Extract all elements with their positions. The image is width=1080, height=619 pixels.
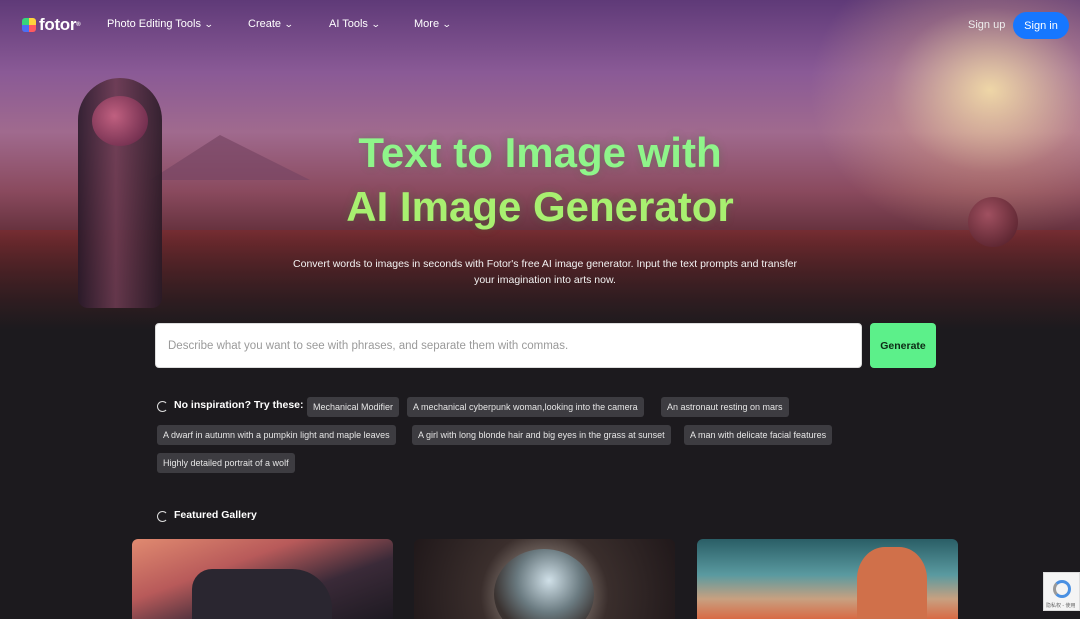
chevron-down-icon: ⌄ (370, 18, 381, 29)
title-line-1: Text to Image with (358, 129, 722, 176)
title-line-2: AI Image Generator (346, 183, 734, 230)
gallery-card-astronaut[interactable] (414, 539, 675, 619)
inspiration-chip[interactable]: A girl with long blonde hair and big eye… (412, 425, 671, 445)
gallery-image (857, 547, 927, 619)
logo-registered-mark: ® (76, 22, 81, 28)
inspiration-chip[interactable]: Mechanical Modifier (307, 397, 400, 417)
chevron-down-icon: ⌄ (441, 18, 452, 29)
nav-create[interactable]: Create ⌄ (248, 18, 294, 30)
gallery-image (192, 569, 332, 619)
chevron-down-icon: ⌄ (203, 18, 214, 29)
chevron-down-icon: ⌄ (283, 18, 294, 29)
featured-gallery-label: Featured Gallery (157, 509, 257, 522)
inspiration-chip[interactable]: An astronaut resting on mars (661, 397, 789, 417)
nav-item-label: Create (248, 18, 282, 30)
generate-button[interactable]: Generate (870, 323, 936, 368)
fotor-logo-icon (22, 18, 36, 32)
sign-up-link[interactable]: Sign up (968, 19, 1005, 31)
fotor-logo[interactable]: fotor ® (22, 15, 81, 35)
inspiration-chip[interactable]: Highly detailed portrait of a wolf (157, 453, 295, 473)
gallery-card-cyberpunk[interactable] (132, 539, 393, 619)
gallery-card-landscape[interactable] (697, 539, 958, 619)
recaptcha-text: 隐私权 - 使用 (1046, 603, 1076, 609)
page-title: Text to Image with AI Image Generator (0, 126, 1080, 234)
top-nav: fotor ® Photo Editing Tools ⌄ Create ⌄ A… (0, 0, 1080, 50)
nav-item-label: AI Tools (329, 18, 368, 30)
inspiration-chip[interactable]: A dwarf in autumn with a pumpkin light a… (157, 425, 396, 445)
gallery-image (494, 549, 594, 619)
hero-subtitle: Convert words to images in seconds with … (293, 258, 797, 286)
nav-item-label: More (414, 18, 440, 30)
inspiration-chip[interactable]: A man with delicate facial features (684, 425, 833, 445)
recaptcha-icon (1053, 580, 1071, 598)
nav-ai-tools[interactable]: AI Tools ⌄ (329, 18, 381, 30)
logo-text: fotor (39, 15, 77, 34)
nav-more[interactable]: More ⌄ (414, 18, 452, 30)
inspiration-label-text: No inspiration? Try these: (174, 399, 304, 411)
nav-photo-editing-tools[interactable]: Photo Editing Tools ⌄ (107, 18, 214, 30)
refresh-icon[interactable] (157, 400, 168, 412)
prompt-input[interactable] (155, 323, 862, 368)
inspiration-label: No inspiration? Try these: (157, 399, 304, 412)
sign-in-button[interactable]: Sign in (1013, 12, 1069, 39)
inspiration-chip[interactable]: A mechanical cyberpunk woman,looking int… (407, 397, 644, 417)
featured-gallery-text: Featured Gallery (174, 509, 257, 521)
refresh-icon (157, 510, 168, 522)
recaptcha-badge[interactable]: 隐私权 - 使用 (1043, 572, 1080, 611)
nav-item-label: Photo Editing Tools (107, 18, 201, 30)
